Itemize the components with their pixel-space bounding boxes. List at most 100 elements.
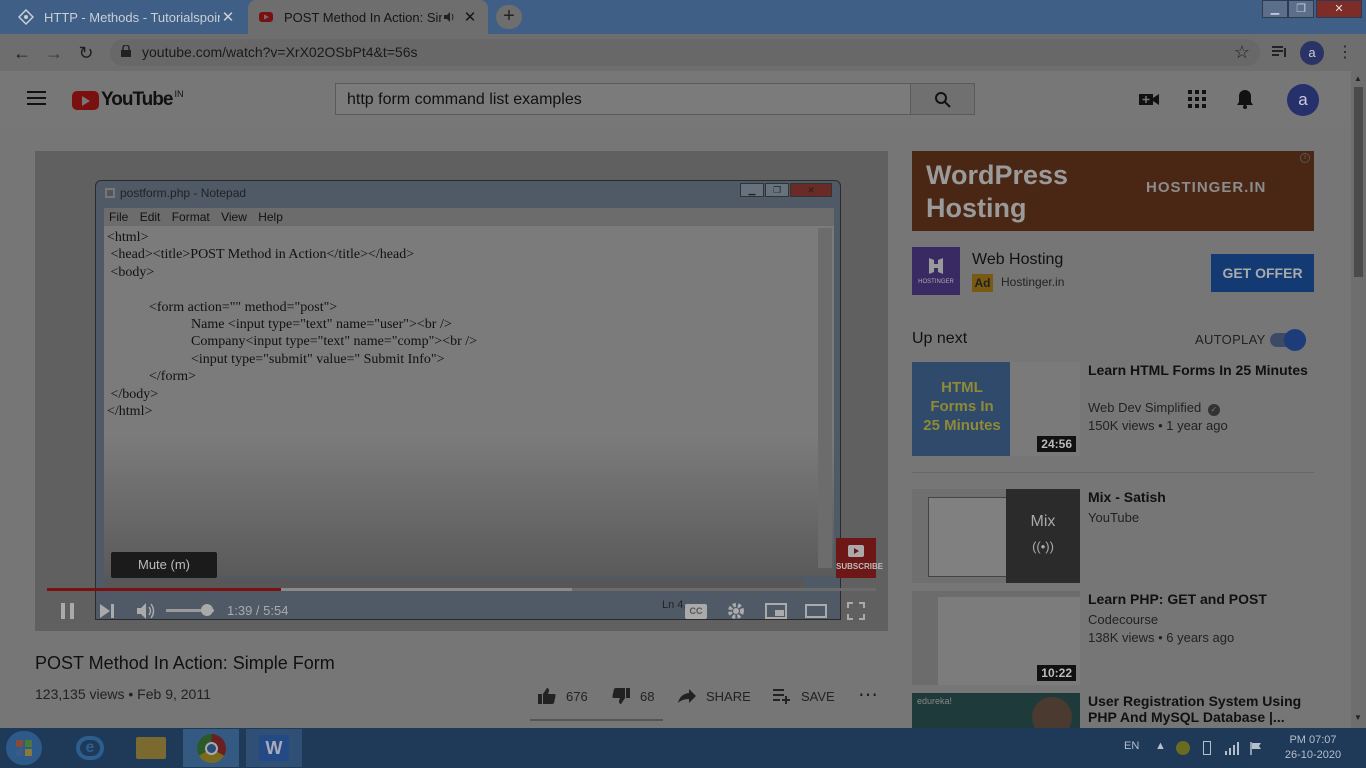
account-avatar[interactable]: a — [1287, 84, 1319, 116]
thumb-person — [1032, 697, 1072, 728]
notifications-bell-icon[interactable] — [1234, 88, 1256, 110]
save-button[interactable]: SAVE — [772, 687, 835, 705]
subscribe-label: SUBSCRIBE — [836, 562, 884, 571]
scroll-up-arrow[interactable]: ▲ — [1354, 74, 1362, 83]
recommendation-views: 138K views • 6 years ago — [1088, 630, 1235, 645]
search-icon — [935, 92, 951, 108]
close-tab-icon[interactable]: ✕ — [462, 8, 478, 26]
advertiser-logo-text: HOSTINGER — [918, 279, 954, 285]
like-ratio-bar — [530, 719, 663, 721]
back-icon[interactable]: ← — [12, 43, 32, 63]
forward-icon[interactable]: → — [44, 43, 64, 63]
recommendation-thumbnail[interactable]: edureka! — [912, 693, 1080, 728]
theater-mode-icon[interactable] — [804, 601, 828, 621]
captions-button[interactable]: CC — [685, 604, 707, 619]
apps-grid-icon[interactable] — [1186, 88, 1208, 110]
recommendation-title: User Registration System Using PHP And M… — [1088, 693, 1302, 725]
miniplayer-icon[interactable] — [764, 601, 788, 621]
profile-avatar[interactable]: a — [1300, 41, 1324, 65]
close-window-button[interactable]: ✕ — [1316, 0, 1362, 18]
scroll-down-arrow[interactable]: ▼ — [1354, 713, 1362, 722]
reload-icon[interactable]: ↻ — [76, 43, 96, 63]
maximize-button[interactable]: ❐ — [1288, 0, 1314, 18]
autoplay-label: AUTOPLAY — [1195, 332, 1266, 347]
share-button[interactable]: SHARE — [677, 687, 751, 705]
more-actions-icon[interactable]: ⋯ — [858, 682, 878, 707]
share-icon — [678, 689, 696, 703]
media-queue-icon[interactable] — [1271, 44, 1289, 60]
thumb-brand: edureka! — [917, 696, 953, 706]
recommendation-thumbnail[interactable]: Mix ((•)) — [912, 489, 1080, 583]
get-offer-button[interactable]: GET OFFER — [1211, 254, 1314, 292]
search-query: http form command list examples — [347, 91, 582, 108]
ad-banner[interactable]: WordPress Hosting HOSTINGER.IN i — [912, 151, 1314, 231]
windows-logo-icon — [16, 740, 32, 756]
up-next-heading: Up next — [912, 330, 968, 347]
next-video-icon[interactable] — [98, 601, 116, 621]
page-scrollbar[interactable]: ▲ ▼ — [1351, 71, 1366, 728]
menu-icon[interactable] — [27, 91, 46, 105]
fullscreen-icon[interactable] — [846, 601, 866, 621]
show-hidden-icons[interactable]: ▲ — [1155, 740, 1166, 752]
volume-icon[interactable] — [135, 601, 157, 621]
subscribe-watermark[interactable]: SUBSCRIBE — [836, 538, 883, 578]
autoplay-toggle-knob — [1284, 329, 1306, 351]
notepad-menu-help: Help — [258, 210, 283, 224]
action-center-flag-icon[interactable] — [1249, 741, 1263, 755]
browser-menu-icon[interactable]: ⋮ — [1337, 42, 1353, 62]
ad-info-icon[interactable]: i — [1300, 153, 1310, 163]
recommendation-channel: YouTube — [1088, 510, 1140, 525]
recommendation-item[interactable]: edureka! User Registration System Using … — [912, 693, 1314, 728]
search-input[interactable]: http form command list examples — [335, 83, 911, 115]
tab-tutorialspoint[interactable]: HTTP - Methods - Tutorialspoint ✕ — [8, 0, 246, 34]
autoplay-toggle[interactable] — [1270, 329, 1306, 351]
create-video-icon[interactable] — [1138, 88, 1160, 110]
start-button[interactable] — [6, 731, 42, 765]
recommendation-thumbnail[interactable]: 10:22 — [912, 591, 1080, 685]
youtube-logo[interactable]: YouTube IN — [72, 89, 183, 111]
youtube-play-icon — [72, 90, 99, 110]
bookmark-star-icon[interactable]: ☆ — [1234, 42, 1250, 63]
ad-title[interactable]: Web Hosting — [972, 251, 1063, 269]
recommendation-thumbnail[interactable]: HTML Forms In 25 Minutes 24:56 — [912, 362, 1080, 456]
advertiser-logo[interactable]: HOSTINGER — [912, 247, 960, 295]
file-explorer-icon[interactable] — [122, 729, 178, 767]
browser-tab-strip: HTTP - Methods - Tutorialspoint ✕ POST M… — [0, 0, 1366, 34]
recommendation-item[interactable]: 10:22 Learn PHP: GET and POST Codecourse… — [912, 591, 1314, 685]
video-player[interactable]: postform.php - Notepad ▁ ❐ ✕ File Edit F… — [35, 151, 888, 631]
pause-icon[interactable] — [59, 601, 77, 621]
minimize-button[interactable]: ▁ — [1262, 0, 1288, 18]
word-taskbar-icon[interactable]: W — [246, 729, 302, 767]
internet-explorer-icon[interactable]: e — [62, 729, 118, 767]
like-button[interactable]: 676 — [537, 687, 588, 705]
omnibox[interactable]: youtube.com/watch?v=XrX02OSbPt4&t=56s ☆ — [110, 39, 1260, 66]
ad-banner-brand: HOSTINGER.IN — [1146, 179, 1267, 196]
dislike-button[interactable]: 68 — [611, 687, 654, 705]
settings-gear-icon[interactable] — [726, 601, 746, 621]
speaker-icon[interactable] — [442, 10, 456, 24]
recommendation-channel: Codecourse — [1088, 612, 1159, 627]
progress-bar[interactable] — [47, 588, 876, 591]
windows-taskbar: e W EN ▲ PM 07:07 26-10-2020 — [0, 728, 1366, 768]
search-button[interactable] — [910, 83, 975, 115]
recommendation-item[interactable]: Mix ((•)) Mix - Satish YouTube — [912, 489, 1314, 583]
recommendation-title: Mix - Satish — [1088, 489, 1166, 505]
battery-icon[interactable] — [1203, 741, 1211, 755]
notepad-minimize-icon: ▁ — [740, 183, 764, 197]
new-tab-button[interactable]: + — [496, 5, 522, 29]
save-label: SAVE — [801, 688, 835, 704]
list-divider — [912, 472, 1314, 473]
network-signal-icon[interactable] — [1224, 741, 1240, 755]
close-tab-icon[interactable]: ✕ — [220, 8, 236, 26]
clock[interactable]: PM 07:07 26-10-2020 — [1278, 733, 1348, 763]
tab-youtube-active[interactable]: POST Method In Action: Simp ✕ — [248, 0, 488, 34]
hostinger-logo-icon — [929, 258, 943, 274]
recommendation-item[interactable]: HTML Forms In 25 Minutes 24:56 Learn HTM… — [912, 362, 1314, 456]
volume-slider-handle[interactable] — [200, 604, 213, 616]
security-tray-icon[interactable] — [1176, 741, 1190, 755]
language-indicator[interactable]: EN — [1124, 740, 1139, 752]
recommendation-channel: Web Dev Simplified ✓ — [1088, 400, 1220, 416]
chrome-taskbar-icon[interactable] — [183, 729, 239, 767]
notepad-text-area: <html> <head><title>POST Method in Actio… — [104, 226, 834, 576]
page-scrollbar-thumb[interactable] — [1354, 87, 1363, 277]
